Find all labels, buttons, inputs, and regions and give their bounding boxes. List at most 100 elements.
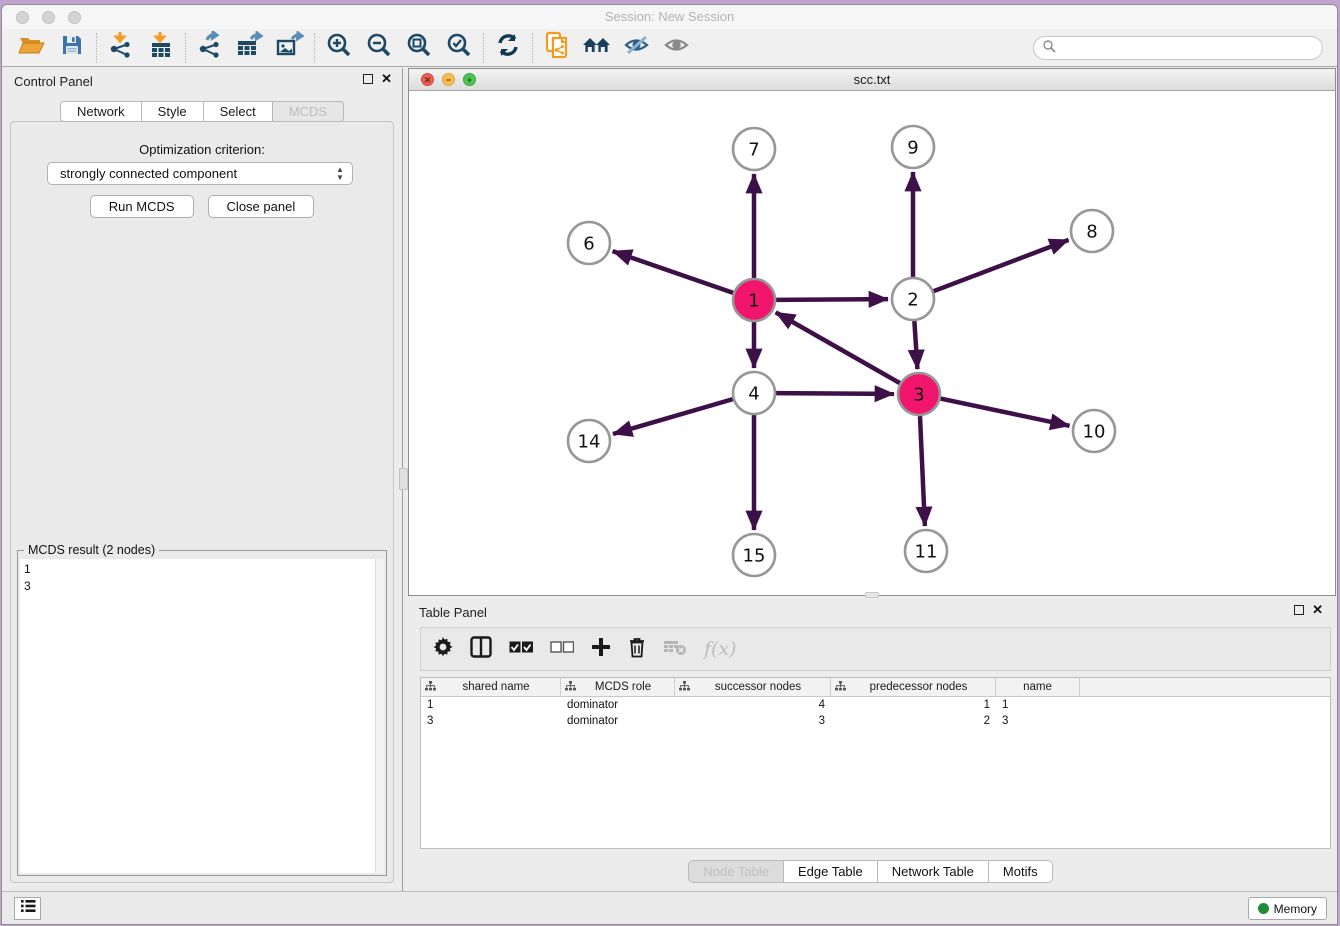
- graph-node-11[interactable]: 11: [905, 530, 947, 572]
- table-cell[interactable]: dominator: [561, 713, 675, 729]
- toolbar-separator: [483, 33, 484, 63]
- table-cell[interactable]: 4: [675, 697, 831, 713]
- toolbar-separator: [532, 33, 533, 63]
- table-cell[interactable]: 1: [831, 697, 996, 713]
- export-network-button[interactable]: [190, 32, 230, 64]
- memory-button[interactable]: Memory: [1248, 897, 1327, 920]
- add-column-button[interactable]: [591, 637, 611, 662]
- column-header-shared-name[interactable]: shared name: [421, 678, 561, 696]
- mcds-result-box: MCDS result (2 nodes) 1 3: [17, 550, 387, 876]
- panel-splitter[interactable]: [402, 68, 406, 891]
- splitter-grip[interactable]: [399, 468, 408, 490]
- close-panel-button[interactable]: Close panel: [208, 195, 315, 218]
- search-input[interactable]: [1033, 36, 1323, 60]
- select-all-checkboxes-button[interactable]: [509, 640, 533, 658]
- result-scrollbar[interactable]: [375, 559, 384, 873]
- graph-edge-3-1[interactable]: [776, 312, 900, 383]
- save-session-button[interactable]: [52, 32, 92, 64]
- task-history-button[interactable]: [14, 897, 41, 920]
- show-all-button[interactable]: [657, 32, 697, 64]
- zoom-in-button[interactable]: [319, 32, 359, 64]
- home-layout-button[interactable]: [577, 32, 617, 64]
- float-panel-icon[interactable]: [363, 74, 373, 84]
- graph-node-4[interactable]: 4: [733, 372, 775, 414]
- tab-edge-table[interactable]: Edge Table: [784, 860, 878, 883]
- deselect-all-checkboxes-button[interactable]: [550, 640, 574, 658]
- apply-function-button[interactable]: f(x): [704, 638, 737, 660]
- import-network-icon: [108, 31, 134, 64]
- duplicate-network-button[interactable]: [537, 32, 577, 64]
- graph-edge-3-11[interactable]: [920, 416, 925, 526]
- table-settings-button[interactable]: [433, 637, 453, 662]
- table-cell[interactable]: 1: [421, 697, 561, 713]
- graph-edge-2-3[interactable]: [914, 321, 917, 369]
- mcds-tab-content: Optimization criterion: strongly connect…: [10, 121, 394, 883]
- horizontal-splitter-grip[interactable]: [865, 592, 879, 598]
- graph-edge-4-14[interactable]: [613, 399, 733, 434]
- column-header-successor-nodes[interactable]: successor nodes: [675, 678, 831, 696]
- import-table-icon: [149, 31, 173, 64]
- table-row[interactable]: 3dominator323: [421, 713, 1330, 729]
- network-titlebar[interactable]: ✕ − + scc.txt: [409, 69, 1335, 91]
- table-cell[interactable]: 3: [421, 713, 561, 729]
- import-network-button[interactable]: [101, 32, 141, 64]
- export-image-button[interactable]: [270, 32, 310, 64]
- double-house-icon: [582, 33, 612, 62]
- network-graph[interactable]: 7 9 6 8 1 2 4 3 14 10 15 11: [409, 91, 1335, 596]
- graph-node-10[interactable]: 10: [1073, 410, 1115, 452]
- toolbar-separator: [185, 33, 186, 63]
- table-cell[interactable]: 3: [996, 713, 1080, 729]
- tab-network[interactable]: Network: [60, 101, 142, 122]
- delete-column-button[interactable]: [628, 636, 646, 663]
- hide-selected-button[interactable]: [617, 32, 657, 64]
- tab-style[interactable]: Style: [142, 101, 204, 122]
- mcds-result-text[interactable]: 1 3: [20, 559, 384, 873]
- table-cell[interactable]: dominator: [561, 697, 675, 713]
- graph-node-7[interactable]: 7: [733, 128, 775, 170]
- run-mcds-button[interactable]: Run MCDS: [90, 195, 194, 218]
- column-header-name[interactable]: name: [996, 678, 1080, 696]
- close-panel-icon[interactable]: ✕: [381, 74, 392, 84]
- graph-node-2[interactable]: 2: [892, 278, 934, 320]
- merge-columns-button[interactable]: [470, 636, 492, 663]
- zoom-out-button[interactable]: [359, 32, 399, 64]
- column-header-predecessor-nodes[interactable]: predecessor nodes: [831, 678, 996, 696]
- graph-node-8[interactable]: 8: [1071, 210, 1113, 252]
- session-title: Session: New Session: [2, 9, 1337, 24]
- node-table[interactable]: shared nameMCDS rolesuccessor nodesprede…: [420, 677, 1331, 849]
- graph-node-1[interactable]: 1: [733, 279, 775, 321]
- tab-motifs[interactable]: Motifs: [989, 860, 1053, 883]
- delete-table-button[interactable]: [663, 638, 687, 661]
- tab-node-table[interactable]: Node Table: [688, 860, 784, 883]
- tab-mcds[interactable]: MCDS: [273, 101, 344, 122]
- export-table-button[interactable]: [230, 32, 270, 64]
- graph-edge-1-2[interactable]: [776, 299, 888, 300]
- optimization-criterion-select[interactable]: strongly connected component ▲▼: [47, 162, 353, 185]
- tab-select[interactable]: Select: [204, 101, 273, 122]
- graph-node-9[interactable]: 9: [892, 126, 934, 168]
- column-header-MCDS-role[interactable]: MCDS role: [561, 678, 675, 696]
- close-table-panel-icon[interactable]: ✕: [1312, 605, 1323, 615]
- tab-network-table[interactable]: Network Table: [878, 860, 989, 883]
- graph-node-3[interactable]: 3: [898, 373, 940, 415]
- svg-text:2: 2: [907, 289, 918, 310]
- table-cell[interactable]: 2: [831, 713, 996, 729]
- open-session-button[interactable]: [12, 32, 52, 64]
- import-table-button[interactable]: [141, 32, 181, 64]
- graph-edge-4-3[interactable]: [776, 393, 894, 394]
- graph-node-14[interactable]: 14: [568, 420, 610, 462]
- float-table-panel-icon[interactable]: [1294, 605, 1304, 615]
- graph-edge-3-10[interactable]: [941, 399, 1070, 426]
- table-cell[interactable]: 3: [675, 713, 831, 729]
- table-cell[interactable]: 1: [996, 697, 1080, 713]
- mcds-result-legend: MCDS result (2 nodes): [24, 543, 159, 557]
- zoom-fit-button[interactable]: [399, 32, 439, 64]
- graph-node-6[interactable]: 6: [568, 222, 610, 264]
- graph-edge-2-8[interactable]: [934, 240, 1069, 291]
- graph-node-15[interactable]: 15: [733, 534, 775, 576]
- refresh-button[interactable]: [488, 32, 528, 64]
- network-canvas[interactable]: 7 9 6 8 1 2 4 3 14 10 15 11: [409, 91, 1335, 595]
- table-row[interactable]: 1dominator411: [421, 697, 1330, 713]
- graph-edge-1-6[interactable]: [613, 251, 734, 293]
- zoom-selected-button[interactable]: [439, 32, 479, 64]
